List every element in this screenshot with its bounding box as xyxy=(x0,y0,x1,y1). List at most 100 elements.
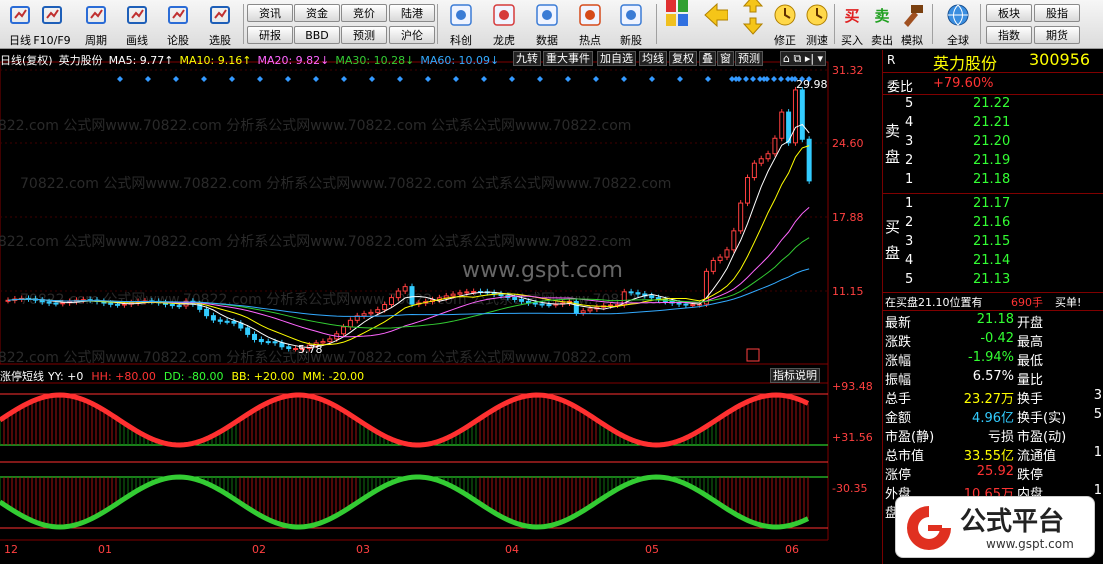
indicator-dd: DD: -80.00 xyxy=(163,370,224,383)
bid-row: 2 21.16 xyxy=(883,215,1103,234)
chart-tool-button[interactable]: 均线 xyxy=(639,51,667,66)
price-axis-label: 31.32 xyxy=(832,64,864,77)
stat-label-2: 最低 xyxy=(1017,354,1044,369)
stat-label: 总手 xyxy=(885,392,912,407)
toolbar-separator xyxy=(932,4,933,44)
speed-test-icon xyxy=(804,2,830,28)
toolbar-separator xyxy=(980,4,981,44)
bid-row: 4 21.14 xyxy=(883,253,1103,272)
stat-row: 涨跌 -0.42 最高 xyxy=(883,331,1103,350)
market-button-1[interactable]: 股指 xyxy=(1034,4,1080,22)
quick-button-1-0[interactable]: 研报 xyxy=(247,26,293,44)
kline-chart-area[interactable]: 70822.com 公式网www.70822.com 分析系公式网www.708… xyxy=(0,50,880,564)
up-down-buttons[interactable] xyxy=(740,0,766,47)
quick-button-0-0[interactable]: 资讯 xyxy=(247,4,293,22)
quote-panel: R 英力股份 300956 委比 +79.60% 卖盘 5 21.22 4 21.21 3 21.20… xyxy=(882,50,1103,564)
indicator-mm: MM: -20.00 xyxy=(302,370,365,383)
indicator-help-button[interactable]: 指标说明 xyxy=(770,368,820,383)
toolbar-separator xyxy=(243,4,244,44)
stock-pick-icon xyxy=(207,2,233,28)
layout-button[interactable] xyxy=(662,0,692,47)
toolbar-hot-button[interactable]: 热点 xyxy=(570,2,610,47)
toolbar-fix-button[interactable]: 修正 xyxy=(770,2,800,47)
stock-name-label: 英力股份 xyxy=(58,54,103,67)
toolbar-separator xyxy=(656,4,657,44)
period-icon xyxy=(83,2,109,28)
chart-tool-button[interactable]: 叠 xyxy=(699,51,716,66)
toolbar-buy-button[interactable]: 买买入 xyxy=(838,2,866,48)
month-label: 04 xyxy=(505,543,519,556)
star-board-icon xyxy=(448,2,474,28)
ask-price: 21.21 xyxy=(973,115,1011,130)
toolbar-label: 龙虎 xyxy=(493,34,515,47)
toolbar-sell-button[interactable]: 卖卖出 xyxy=(868,2,896,48)
toolbar-draw-button[interactable]: 画线 xyxy=(117,2,157,47)
toolbar-label: 数据 xyxy=(536,34,558,47)
month-label: 03 xyxy=(356,543,370,556)
quick-button-0-1[interactable]: 资金 xyxy=(294,4,340,22)
period-label: 日线(复权) xyxy=(0,54,53,67)
global-button[interactable]: 全球 xyxy=(938,2,978,47)
toolbar-data-button[interactable]: 数据 xyxy=(527,2,567,47)
chart-tool-button[interactable]: 窗 xyxy=(717,51,734,66)
price-axis-label: 11.15 xyxy=(832,285,864,298)
market-button-0[interactable]: 板块 xyxy=(986,4,1032,22)
stat-value-2: 3 xyxy=(1093,388,1102,403)
price-axis-label: 24.60 xyxy=(832,137,864,150)
toolbar-label: 论股 xyxy=(167,34,189,47)
stat-value: 33.55亿 xyxy=(963,449,1014,464)
toolbar-period-button[interactable]: 周期 xyxy=(76,2,116,47)
toolbar-label: 选股 xyxy=(209,34,231,47)
quick-button-1-1[interactable]: BBD xyxy=(294,26,340,44)
notice-tag: 买单! xyxy=(1055,296,1082,309)
stock-name: 英力股份 xyxy=(933,54,998,73)
r-indicator: R xyxy=(887,53,896,67)
price-axis-label: 17.88 xyxy=(832,211,864,224)
quick-button-1-3[interactable]: 沪伦 xyxy=(389,26,435,44)
market-button-2[interactable]: 指数 xyxy=(986,26,1032,44)
chart-tool-button[interactable]: 预测 xyxy=(735,51,763,66)
toolbar-star-board-button[interactable]: 科创 xyxy=(441,2,481,47)
bid-price: 21.13 xyxy=(973,272,1011,287)
stat-label-2: 流通值 xyxy=(1017,449,1057,464)
market-button-3[interactable]: 期货 xyxy=(1034,26,1080,44)
toolbar-discuss-button[interactable]: 论股 xyxy=(158,2,198,47)
toolbar-stock-pick-button[interactable]: 选股 xyxy=(200,2,240,47)
toolbar-dragon-tiger-button[interactable]: 龙虎 xyxy=(484,2,524,47)
toolbar-speed-test-button[interactable]: 测速 xyxy=(802,2,832,47)
stat-value-2: 1 xyxy=(1093,483,1102,498)
gspt-logo: 公式平台 www.gspt.com xyxy=(895,496,1095,558)
chart-tool-button[interactable]: 九转 xyxy=(513,51,541,66)
toolbar-new-stock-button[interactable]: 新股 xyxy=(611,2,651,47)
stat-value: 6.57% xyxy=(972,369,1014,384)
stock-title-row: R 英力股份 300956 xyxy=(883,50,1103,73)
arrow-up-down-icon xyxy=(740,0,766,35)
chart-tool-button[interactable]: 加自选 xyxy=(597,51,636,66)
data-icon xyxy=(534,2,560,28)
stat-label-2: 换手 xyxy=(1017,392,1044,407)
chart-control-icons[interactable]: ⌂ ⧉ ▸| ▾ xyxy=(780,51,827,66)
chart-canvas: 70822.com 公式网www.70822.com 分析系公式网www.708… xyxy=(0,61,829,541)
chart-tool-button[interactable]: 重大事件 xyxy=(543,51,593,66)
ma-legend: MA5: 9.77↑ xyxy=(108,54,174,67)
toolbar-f10-button[interactable]: F10/F9 xyxy=(32,2,72,47)
indicator-axis-label: +31.56 xyxy=(832,431,873,444)
quick-button-0-2[interactable]: 竞价 xyxy=(341,4,387,22)
chart-tool-button[interactable]: 复权 xyxy=(669,51,697,66)
svg-text:70822.com 公式网www.70822.com 分析系: 70822.com 公式网www.70822.com 分析系公式网www.708… xyxy=(0,118,631,134)
toolbar-label: 画线 xyxy=(126,34,148,47)
panel-divider xyxy=(883,310,1103,311)
toolbar-simulate-button[interactable]: 模拟 xyxy=(898,2,926,47)
toolbar-label: 买入 xyxy=(841,34,863,47)
ask-row: 2 21.19 xyxy=(883,153,1103,172)
stat-value: 23.27万 xyxy=(963,392,1014,407)
ask-price: 21.20 xyxy=(973,134,1011,149)
stat-label-2: 开盘 xyxy=(1017,316,1044,331)
stat-label: 总市值 xyxy=(885,449,925,464)
ask-row: 3 21.20 xyxy=(883,134,1103,153)
bid-row: 5 21.13 xyxy=(883,272,1103,291)
quick-button-0-3[interactable]: 陆港 xyxy=(389,4,435,22)
toolbar-label: 周期 xyxy=(85,34,107,47)
quick-button-1-2[interactable]: 预测 xyxy=(341,26,387,44)
back-button[interactable] xyxy=(700,2,730,47)
